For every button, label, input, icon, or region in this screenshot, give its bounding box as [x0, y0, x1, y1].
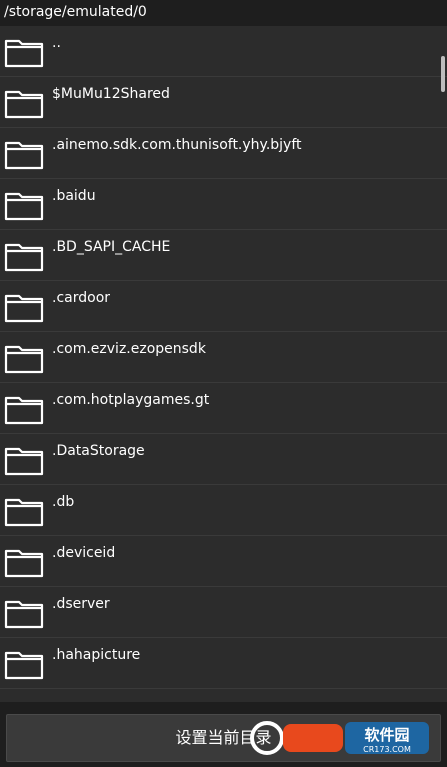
list-item-label: .hahapicture: [52, 647, 141, 663]
folder-icon: [4, 90, 44, 119]
list-item[interactable]: .db: [0, 485, 447, 536]
folder-icon: [4, 600, 44, 629]
folder-icon: [4, 294, 44, 323]
list-item[interactable]: $MuMu12Shared: [0, 77, 447, 128]
list-item[interactable]: .deviceid: [0, 536, 447, 587]
list-item[interactable]: .DataStorage: [0, 434, 447, 485]
folder-icon: [4, 243, 44, 272]
list-item-label: ..: [52, 35, 61, 51]
list-item[interactable]: .com.ezviz.ezopensdk: [0, 332, 447, 383]
list-item-label: .baidu: [52, 188, 96, 204]
list-item[interactable]: .BD_SAPI_CACHE: [0, 230, 447, 281]
list-item[interactable]: .dserver: [0, 587, 447, 638]
path-bar: /storage/emulated/0: [0, 0, 447, 24]
folder-icon: [4, 141, 44, 170]
list-item[interactable]: .baidu: [0, 179, 447, 230]
list-item-label: .ainemo.sdk.com.thunisoft.yhy.bjyft: [52, 137, 302, 153]
folder-icon: [4, 549, 44, 578]
list-item-label: .DataStorage: [52, 443, 145, 459]
list-item-label: .com.ezviz.ezopensdk: [52, 341, 206, 357]
folder-icon: [4, 345, 44, 374]
folder-icon: [4, 699, 44, 702]
scrollbar[interactable]: [441, 56, 445, 92]
list-item[interactable]: .ainemo.sdk.com.thunisoft.yhy.bjyft: [0, 128, 447, 179]
list-item[interactable]: .hahapicture: [0, 638, 447, 689]
bottom-bar: 设置当前目录 软件园 CR173.COM: [0, 704, 447, 767]
folder-icon: [4, 39, 44, 68]
watermark-logo: 软件园 CR173.COM: [250, 721, 429, 755]
list-item-label: .BD_SAPI_CACHE: [52, 239, 171, 255]
list-item-label: .com.hotplaygames.gt: [52, 392, 210, 408]
list-item[interactable]: [0, 689, 447, 702]
folder-icon: [4, 396, 44, 425]
list-item-label: $MuMu12Shared: [52, 86, 170, 102]
list-item-label: .db: [52, 494, 75, 510]
list-item-label: .cardoor: [52, 290, 111, 306]
watermark-text: 软件园: [364, 726, 409, 744]
list-item[interactable]: .cardoor: [0, 281, 447, 332]
folder-icon: [4, 192, 44, 221]
list-item-label: .deviceid: [52, 545, 116, 561]
folder-icon: [4, 447, 44, 476]
list-item-label: .dserver: [52, 596, 110, 612]
list-item[interactable]: ..: [0, 26, 447, 77]
list-item[interactable]: .com.hotplaygames.gt: [0, 383, 447, 434]
folder-icon: [4, 498, 44, 527]
watermark-subtext: CR173.COM: [363, 745, 411, 754]
folder-icon: [4, 651, 44, 680]
file-list: .. $MuMu12Shared .ainemo.sdk.com.thuniso…: [0, 26, 447, 702]
